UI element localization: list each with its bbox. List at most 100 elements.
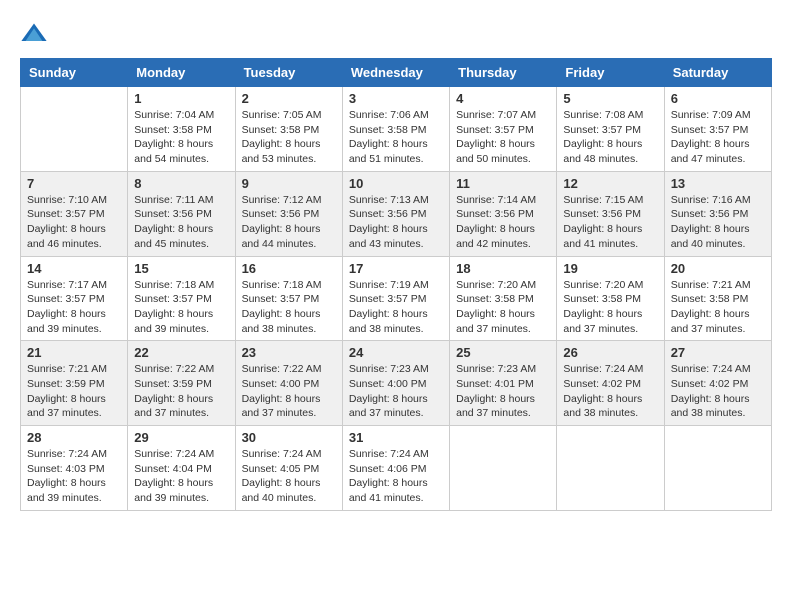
day-number: 7 [27,176,121,191]
day-number: 1 [134,91,228,106]
calendar-cell: 20 Sunrise: 7:21 AMSunset: 3:58 PMDayligh… [664,256,771,341]
calendar-cell: 19 Sunrise: 7:20 AMSunset: 3:58 PMDayligh… [557,256,664,341]
day-info: Sunrise: 7:24 AMSunset: 4:06 PMDaylight:… [349,447,443,506]
calendar-cell: 11 Sunrise: 7:14 AMSunset: 3:56 PMDayligh… [450,171,557,256]
calendar-cell: 29 Sunrise: 7:24 AMSunset: 4:04 PMDayligh… [128,426,235,511]
day-info: Sunrise: 7:24 AMSunset: 4:02 PMDaylight:… [563,362,657,421]
day-number: 12 [563,176,657,191]
calendar-week-row: 14 Sunrise: 7:17 AMSunset: 3:57 PMDayligh… [21,256,772,341]
day-info: Sunrise: 7:04 AMSunset: 3:58 PMDaylight:… [134,108,228,167]
day-info: Sunrise: 7:08 AMSunset: 3:57 PMDaylight:… [563,108,657,167]
calendar-week-row: 21Sunrise: 7:21 AMSunset: 3:59 PMDayligh… [21,341,772,426]
calendar-cell [664,426,771,511]
day-number: 10 [349,176,443,191]
calendar-cell: 21Sunrise: 7:21 AMSunset: 3:59 PMDayligh… [21,341,128,426]
day-info: Sunrise: 7:24 AMSunset: 4:03 PMDaylight:… [27,447,121,506]
calendar-cell: 2Sunrise: 7:05 AMSunset: 3:58 PMDaylight… [235,87,342,172]
day-number: 20 [671,261,765,276]
calendar-cell: 5 Sunrise: 7:08 AMSunset: 3:57 PMDaylight… [557,87,664,172]
day-info: Sunrise: 7:24 AMSunset: 4:05 PMDaylight:… [242,447,336,506]
day-info: Sunrise: 7:13 AMSunset: 3:56 PMDaylight:… [349,193,443,252]
day-info: Sunrise: 7:06 AMSunset: 3:58 PMDaylight:… [349,108,443,167]
calendar-cell: 15 Sunrise: 7:18 AMSunset: 3:57 PMDayligh… [128,256,235,341]
calendar-cell [21,87,128,172]
calendar-cell: 31 Sunrise: 7:24 AMSunset: 4:06 PMDayligh… [342,426,449,511]
calendar-cell: 9 Sunrise: 7:12 AMSunset: 3:56 PMDaylight… [235,171,342,256]
weekday-header: Tuesday [235,59,342,87]
day-info: Sunrise: 7:11 AMSunset: 3:56 PMDaylight:… [134,193,228,252]
calendar-cell: 3 Sunrise: 7:06 AMSunset: 3:58 PMDaylight… [342,87,449,172]
calendar-table: SundayMondayTuesdayWednesdayThursdayFrid… [20,58,772,511]
calendar-cell: 8 Sunrise: 7:11 AMSunset: 3:56 PMDaylight… [128,171,235,256]
day-number: 25 [456,345,550,360]
calendar-cell: 24Sunrise: 7:23 AMSunset: 4:00 PMDayligh… [342,341,449,426]
calendar-cell: 1 Sunrise: 7:04 AMSunset: 3:58 PMDaylight… [128,87,235,172]
day-number: 22 [134,345,228,360]
calendar-cell: 7Sunrise: 7:10 AMSunset: 3:57 PMDaylight… [21,171,128,256]
day-info: Sunrise: 7:20 AMSunset: 3:58 PMDaylight:… [563,278,657,337]
day-info: Sunrise: 7:20 AMSunset: 3:58 PMDaylight:… [456,278,550,337]
calendar-cell [450,426,557,511]
calendar-cell: 16Sunrise: 7:18 AMSunset: 3:57 PMDayligh… [235,256,342,341]
calendar-header-row: SundayMondayTuesdayWednesdayThursdayFrid… [21,59,772,87]
calendar-cell: 6Sunrise: 7:09 AMSunset: 3:57 PMDaylight… [664,87,771,172]
calendar-cell [557,426,664,511]
page-header [20,20,772,48]
day-number: 23 [242,345,336,360]
day-number: 14 [27,261,121,276]
day-info: Sunrise: 7:24 AMSunset: 4:04 PMDaylight:… [134,447,228,506]
day-info: Sunrise: 7:21 AMSunset: 3:58 PMDaylight:… [671,278,765,337]
calendar-cell: 23Sunrise: 7:22 AMSunset: 4:00 PMDayligh… [235,341,342,426]
day-number: 8 [134,176,228,191]
calendar-cell: 10 Sunrise: 7:13 AMSunset: 3:56 PMDayligh… [342,171,449,256]
calendar-cell: 25 Sunrise: 7:23 AMSunset: 4:01 PMDayligh… [450,341,557,426]
calendar-cell: 13 Sunrise: 7:16 AMSunset: 3:56 PMDayligh… [664,171,771,256]
day-number: 28 [27,430,121,445]
day-info: Sunrise: 7:15 AMSunset: 3:56 PMDaylight:… [563,193,657,252]
day-info: Sunrise: 7:18 AMSunset: 3:57 PMDaylight:… [134,278,228,337]
weekday-header: Monday [128,59,235,87]
day-number: 5 [563,91,657,106]
day-number: 3 [349,91,443,106]
calendar-cell: 28 Sunrise: 7:24 AMSunset: 4:03 PMDayligh… [21,426,128,511]
day-info: Sunrise: 7:16 AMSunset: 3:56 PMDaylight:… [671,193,765,252]
day-number: 15 [134,261,228,276]
day-number: 26 [563,345,657,360]
day-info: Sunrise: 7:22 AMSunset: 3:59 PMDaylight:… [134,362,228,421]
day-info: Sunrise: 7:23 AMSunset: 4:01 PMDaylight:… [456,362,550,421]
weekday-header: Thursday [450,59,557,87]
day-number: 19 [563,261,657,276]
day-number: 29 [134,430,228,445]
day-number: 6 [671,91,765,106]
weekday-header: Friday [557,59,664,87]
calendar-cell: 12 Sunrise: 7:15 AMSunset: 3:56 PMDayligh… [557,171,664,256]
day-number: 27 [671,345,765,360]
day-info: Sunrise: 7:19 AMSunset: 3:57 PMDaylight:… [349,278,443,337]
day-number: 17 [349,261,443,276]
day-info: Sunrise: 7:18 AMSunset: 3:57 PMDaylight:… [242,278,336,337]
day-info: Sunrise: 7:21 AMSunset: 3:59 PMDaylight:… [27,362,121,421]
day-number: 9 [242,176,336,191]
day-number: 24 [349,345,443,360]
day-info: Sunrise: 7:12 AMSunset: 3:56 PMDaylight:… [242,193,336,252]
day-info: Sunrise: 7:17 AMSunset: 3:57 PMDaylight:… [27,278,121,337]
calendar-cell: 27 Sunrise: 7:24 AMSunset: 4:02 PMDayligh… [664,341,771,426]
day-number: 18 [456,261,550,276]
calendar-cell: 14 Sunrise: 7:17 AMSunset: 3:57 PMDayligh… [21,256,128,341]
day-number: 2 [242,91,336,106]
day-number: 30 [242,430,336,445]
calendar-week-row: 7Sunrise: 7:10 AMSunset: 3:57 PMDaylight… [21,171,772,256]
calendar-cell: 22 Sunrise: 7:22 AMSunset: 3:59 PMDayligh… [128,341,235,426]
calendar-cell: 18 Sunrise: 7:20 AMSunset: 3:58 PMDayligh… [450,256,557,341]
calendar-cell: 4Sunrise: 7:07 AMSunset: 3:57 PMDaylight… [450,87,557,172]
logo-icon [20,20,48,48]
day-number: 13 [671,176,765,191]
day-number: 31 [349,430,443,445]
weekday-header: Sunday [21,59,128,87]
day-info: Sunrise: 7:14 AMSunset: 3:56 PMDaylight:… [456,193,550,252]
day-info: Sunrise: 7:07 AMSunset: 3:57 PMDaylight:… [456,108,550,167]
calendar-week-row: 28 Sunrise: 7:24 AMSunset: 4:03 PMDayligh… [21,426,772,511]
day-info: Sunrise: 7:24 AMSunset: 4:02 PMDaylight:… [671,362,765,421]
calendar-cell: 30 Sunrise: 7:24 AMSunset: 4:05 PMDayligh… [235,426,342,511]
day-number: 11 [456,176,550,191]
